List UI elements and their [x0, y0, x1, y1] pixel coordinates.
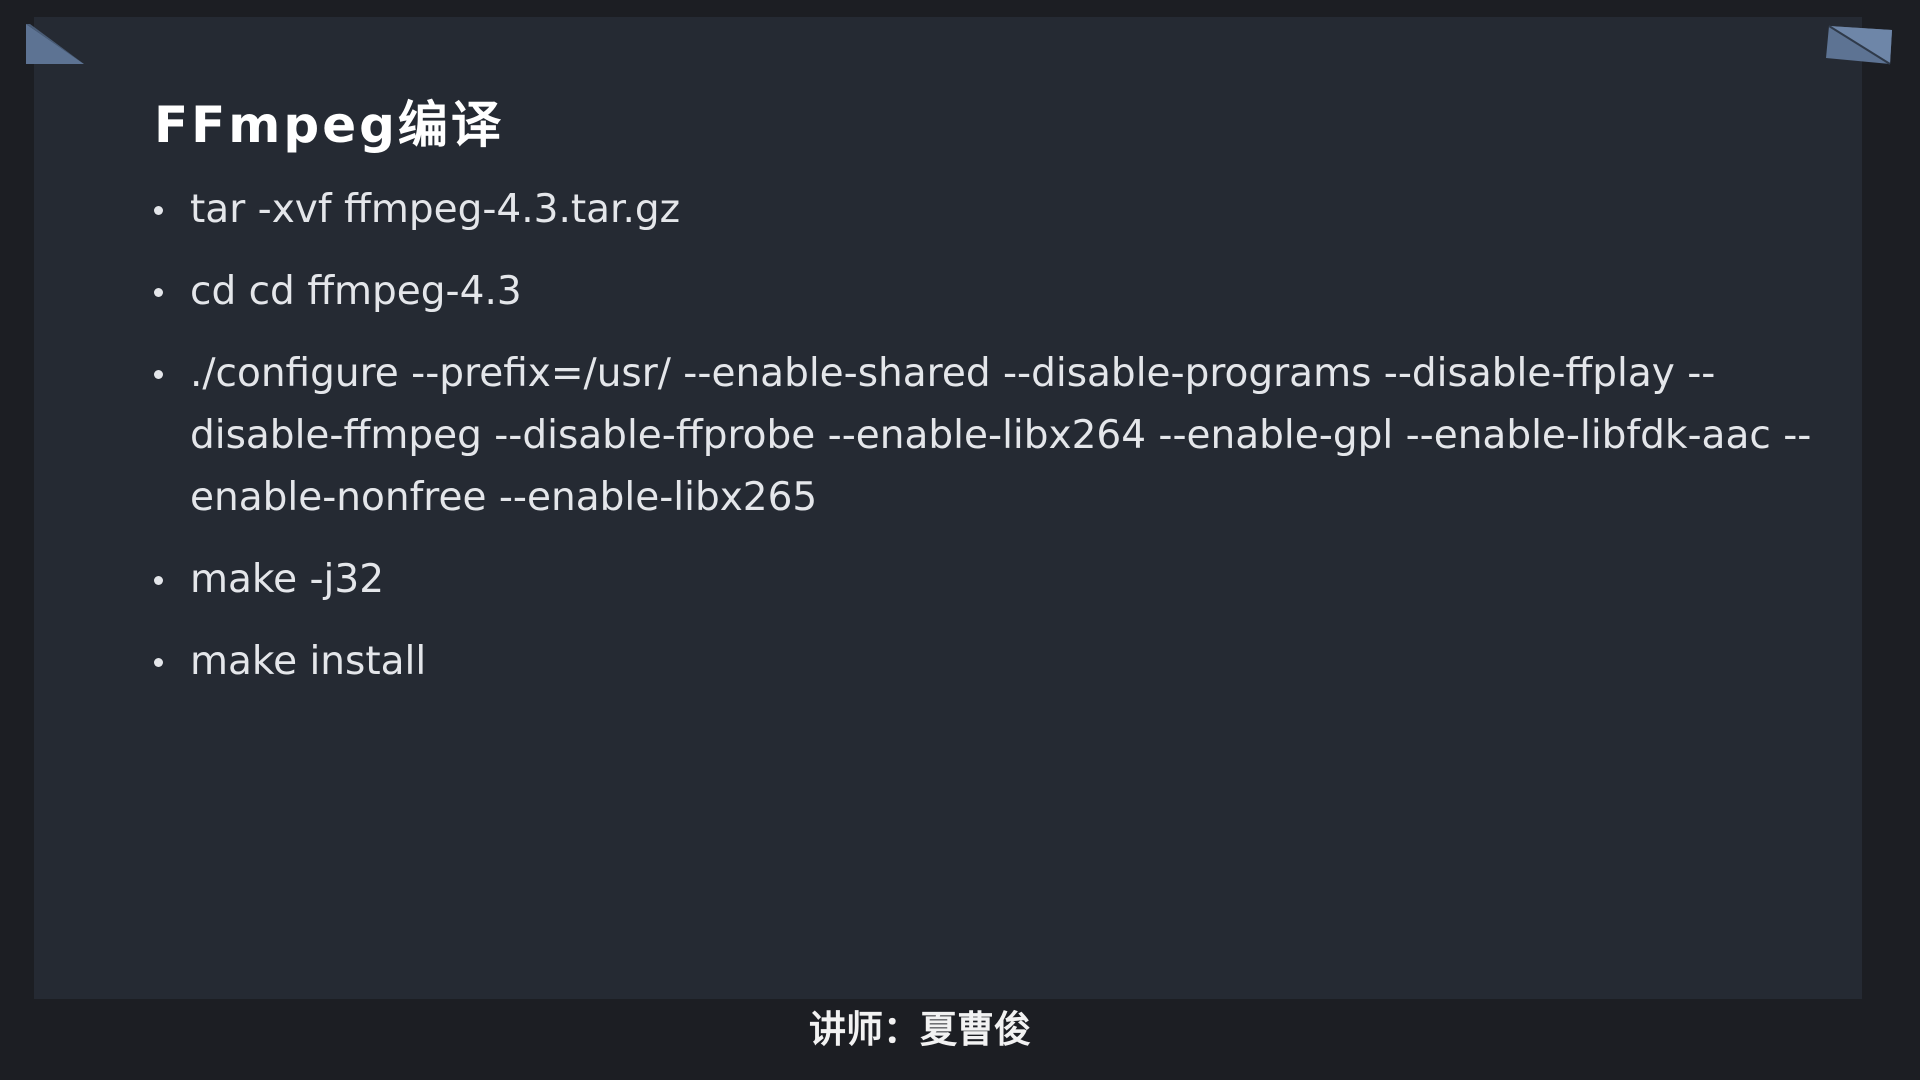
corner-fold-top-right-icon: [1826, 25, 1892, 65]
slide-title: FFmpeg编译: [154, 96, 504, 154]
bullet-list: tar -xvf ffmpeg-4.3.tar.gz cd cd ffmpeg-…: [154, 179, 1844, 713]
presentation-stage: FFmpeg编译 tar -xvf ffmpeg-4.3.tar.gz cd c…: [0, 0, 1920, 1080]
bullet-item: make install: [154, 631, 1844, 693]
bullet-dot-icon: [154, 370, 163, 379]
lecturer-caption: 讲师：夏曹俊: [809, 1008, 1031, 1051]
slide-panel: FFmpeg编译 tar -xvf ffmpeg-4.3.tar.gz cd c…: [34, 17, 1862, 999]
bullet-text: make install: [190, 639, 427, 684]
bullet-item: ./configure --prefix=/usr/ --enable-shar…: [154, 343, 1844, 529]
bullet-dot-icon: [154, 658, 163, 667]
bullet-item: cd cd ffmpeg-4.3: [154, 261, 1844, 323]
corner-fold-top-left-icon: [26, 24, 84, 64]
bullet-item: make -j32: [154, 549, 1844, 611]
bullet-dot-icon: [154, 206, 163, 215]
bullet-text: ./configure --prefix=/usr/ --enable-shar…: [190, 351, 1812, 520]
bullet-text: tar -xvf ffmpeg-4.3.tar.gz: [190, 187, 681, 232]
bullet-dot-icon: [154, 576, 163, 585]
bullet-item: tar -xvf ffmpeg-4.3.tar.gz: [154, 179, 1844, 241]
bullet-dot-icon: [154, 288, 163, 297]
bullet-text: make -j32: [190, 557, 385, 602]
bullet-text: cd cd ffmpeg-4.3: [190, 269, 522, 314]
